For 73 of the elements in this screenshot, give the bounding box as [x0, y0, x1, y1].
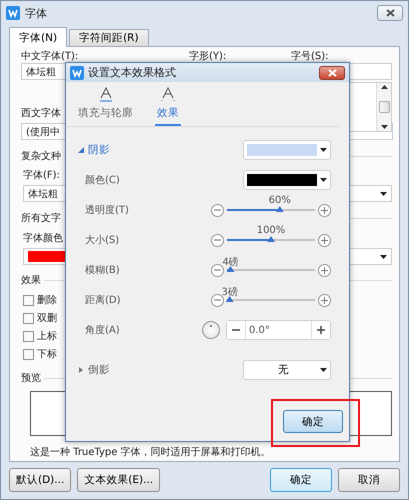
- dialog-button[interactable]: 确定: [270, 468, 332, 492]
- dialog-button[interactable]: 文本效果(E)...: [77, 468, 160, 492]
- plus-icon: [317, 326, 325, 334]
- collapsed-triangle-icon: [78, 367, 84, 373]
- minus-icon[interactable]: [211, 294, 224, 306]
- section-toggle[interactable]: 倒影: [78, 363, 110, 377]
- field-label: 字体(F):: [23, 170, 60, 181]
- expanded-triangle-icon: [78, 147, 84, 153]
- plus-icon[interactable]: [318, 234, 331, 246]
- field-label: 透明度(T): [84, 204, 129, 217]
- close-button[interactable]: [377, 5, 403, 21]
- field-label: 字号(S):: [291, 50, 330, 63]
- description-text: 这是一种 TrueType 字体，同时适用于屏幕和打印机。: [29, 446, 272, 459]
- slider-value: 4磅: [222, 256, 239, 269]
- field-label: 字形(Y):: [189, 50, 228, 63]
- checkbox-label: 双删: [37, 312, 57, 324]
- checkbox[interactable]: [23, 348, 34, 360]
- section-heading: 复杂文种: [21, 150, 61, 163]
- close-icon: [328, 68, 336, 76]
- slider-value: 3磅: [221, 286, 238, 299]
- dialog-button[interactable]: 默认(D)...: [9, 468, 72, 492]
- dropdown-arrow-icon: [380, 192, 387, 196]
- scroll-up-icon[interactable]: [380, 85, 388, 89]
- minus-icon[interactable]: [211, 264, 224, 276]
- close-button[interactable]: [319, 66, 345, 80]
- text-effect-icon: [161, 87, 175, 103]
- minus-icon: [232, 329, 240, 331]
- reflection-dropdown[interactable]: 无: [243, 360, 331, 380]
- dialog-title: 设置文本效果格式: [88, 65, 176, 80]
- logo-icon: [6, 6, 20, 20]
- field-label: 模糊(B): [84, 264, 120, 277]
- dialog-button[interactable]: 取消: [338, 468, 400, 492]
- checkbox[interactable]: [23, 312, 34, 324]
- minus-icon[interactable]: [211, 204, 224, 216]
- field-label: 颜色(C): [84, 174, 120, 187]
- color-dropdown[interactable]: [243, 170, 331, 190]
- logo-icon: [70, 66, 84, 80]
- slider-value: 100%: [256, 225, 286, 236]
- angle-dial[interactable]: [202, 321, 220, 339]
- tab[interactable]: 填充与轮廓: [76, 87, 135, 126]
- checkbox-label: 上标: [37, 330, 57, 342]
- plus-icon[interactable]: [318, 264, 331, 276]
- scroll-down-icon[interactable]: [380, 125, 388, 129]
- section-heading: 预览: [21, 372, 41, 385]
- section-toggle[interactable]: 阴影: [78, 143, 110, 157]
- field-label: 中文字体(T):: [21, 50, 80, 63]
- window-title: 字体: [25, 6, 47, 20]
- checkbox[interactable]: [23, 294, 34, 306]
- minus-icon[interactable]: [211, 234, 224, 246]
- dropdown-arrow-icon: [380, 254, 387, 258]
- section-heading: 所有文字: [21, 212, 61, 225]
- field-label: 距离(D): [84, 294, 121, 307]
- field-label: 角度(A): [84, 324, 120, 337]
- plus-icon[interactable]: [318, 294, 331, 306]
- dropdown-arrow-icon: [320, 178, 327, 182]
- field-label: 大小(S): [84, 234, 120, 247]
- plus-icon[interactable]: [318, 204, 331, 216]
- slider-value: 60%: [268, 195, 291, 206]
- ok-button[interactable]: 确定: [283, 410, 343, 433]
- field-label: 字体颜色: [23, 233, 63, 244]
- section-heading: 效果: [21, 274, 41, 287]
- checkbox-label: 删除: [37, 294, 57, 306]
- checkbox[interactable]: [23, 330, 34, 342]
- checkbox-label: 下标: [37, 348, 57, 360]
- tab[interactable]: 效果: [155, 87, 181, 126]
- tab[interactable]: 字符间距(R): [69, 29, 149, 46]
- angle-spinner[interactable]: 0.0°: [226, 320, 331, 340]
- field-label: 西文字体: [21, 108, 61, 119]
- dropdown-arrow-icon: [320, 368, 327, 372]
- dropdown-arrow-icon: [320, 148, 327, 152]
- tab[interactable]: 字体(N): [9, 27, 68, 47]
- close-icon: [386, 9, 394, 17]
- text-fill-icon: [98, 87, 112, 103]
